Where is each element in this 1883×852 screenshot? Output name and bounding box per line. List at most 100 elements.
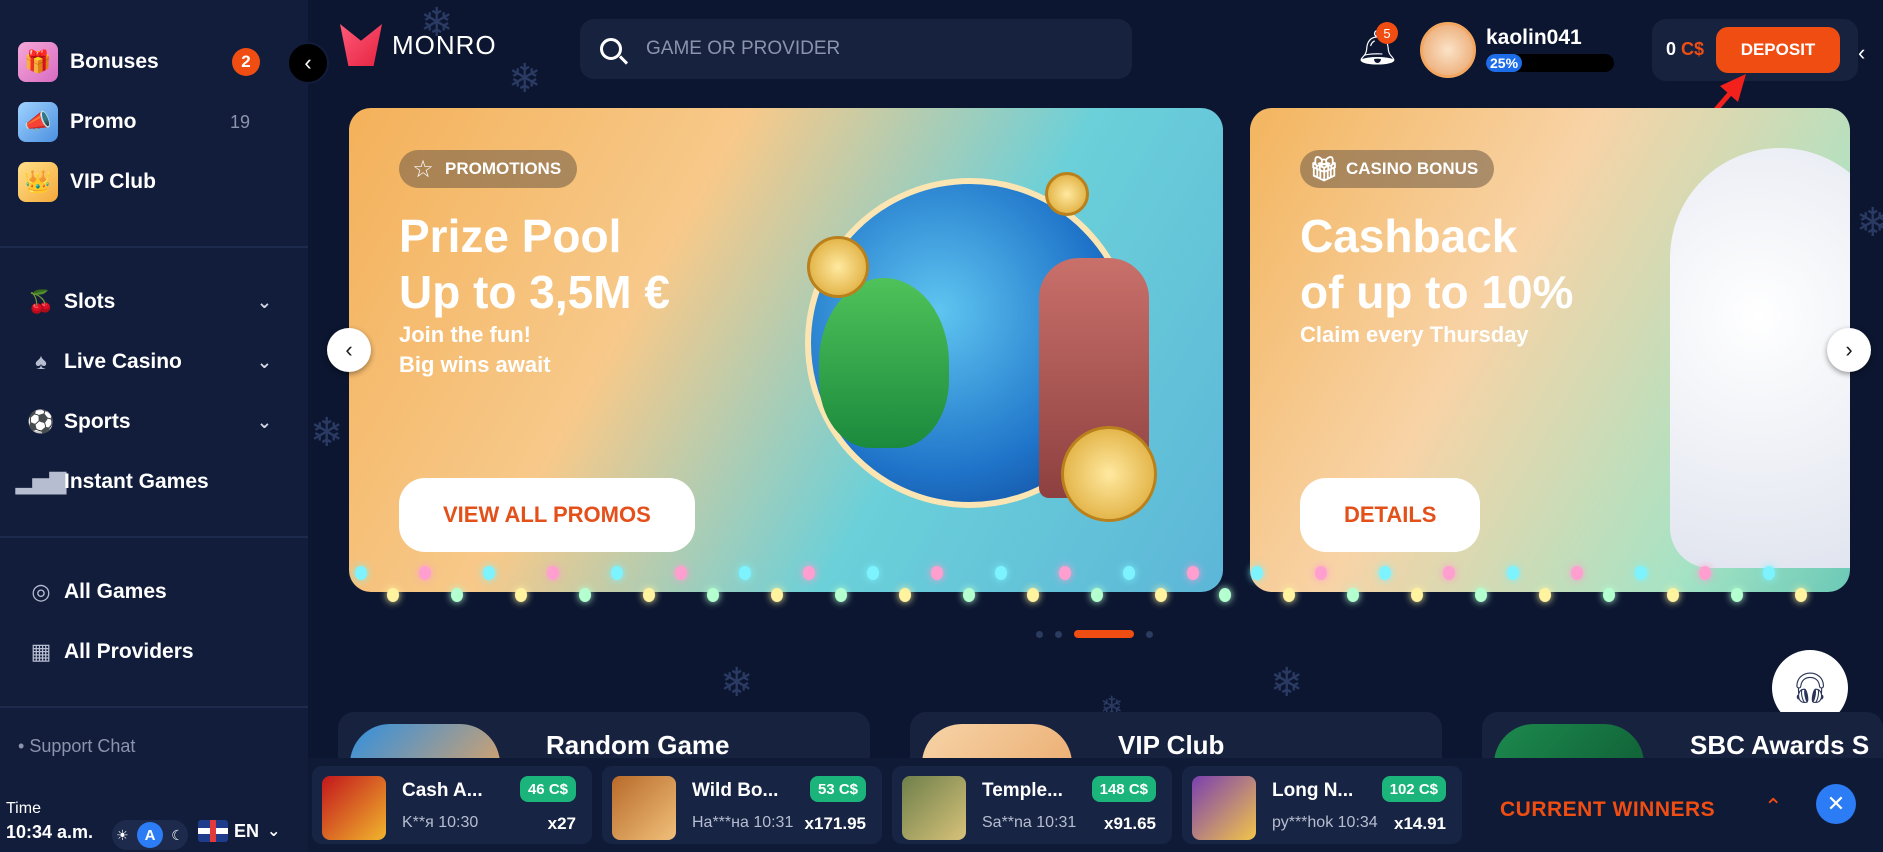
carousel-dot[interactable] — [1146, 630, 1153, 638]
winner-card[interactable]: Wild Bo... 53 C$ На***на 10:31 x171.95 — [602, 766, 882, 844]
search-input[interactable] — [646, 38, 1046, 60]
light-bulb-decoration — [931, 566, 943, 580]
balance-amount: 0 — [1666, 39, 1677, 59]
balance-currency: C$ — [1681, 39, 1705, 59]
winner-amount: 148 C$ — [1091, 776, 1156, 802]
level-percent: 25% — [1490, 55, 1519, 71]
light-bulb-decoration — [1315, 566, 1327, 580]
light-bulb-decoration — [1699, 566, 1711, 580]
sidebar-item-all-providers[interactable]: ▦ All Providers — [0, 622, 308, 682]
collapse-sidebar-button[interactable]: ‹ — [287, 42, 329, 84]
banner-title: Prize Pool Up to 3,5M € — [399, 208, 670, 320]
username[interactable]: kaolin041 — [1486, 26, 1582, 50]
notifications-button[interactable]: 🔔︎ 5 — [1356, 22, 1399, 68]
logo[interactable]: MONRO — [340, 24, 497, 66]
chevron-down-icon: ⌄ — [267, 823, 281, 840]
moon-icon[interactable]: ☾ — [171, 827, 184, 844]
chevron-down-icon[interactable]: ⌄ — [257, 292, 272, 313]
divider — [0, 246, 308, 248]
light-bulb-decoration — [1635, 566, 1647, 580]
light-bulb-decoration — [1731, 588, 1743, 602]
banner-title-line: Cashback — [1300, 210, 1518, 262]
winner-user: K**я 10:30 — [402, 814, 479, 831]
sidebar-item-sports[interactable]: ⚽ Sports ⌄ — [0, 392, 308, 452]
deposit-button[interactable]: DEPOSIT — [1716, 27, 1840, 73]
chevron-down-icon[interactable]: ⌄ — [257, 412, 272, 433]
avatar[interactable] — [1420, 22, 1476, 78]
winner-user: Sa**na 10:31 — [982, 814, 1077, 831]
light-bulb-decoration — [1795, 588, 1807, 602]
light-bulb-decoration — [771, 588, 783, 602]
uk-flag-icon — [198, 820, 228, 842]
sidebar-item-promo[interactable]: 📣 Promo 19 — [18, 92, 290, 152]
sidebar-item-live-casino[interactable]: ♠ Live Casino ⌄ — [0, 332, 308, 392]
ball-icon: ⚽ — [27, 409, 55, 434]
compass-icon: ◎ — [31, 579, 51, 604]
winner-card[interactable]: Long N... 102 C$ ру***hok 10:34 x14.91 — [1182, 766, 1462, 844]
current-winners-label[interactable]: CURRENT WINNERS — [1500, 798, 1715, 822]
promo-count: 19 — [229, 111, 250, 132]
divider — [0, 706, 308, 708]
sidebar-item-all-games[interactable]: ◎ All Games — [0, 562, 308, 622]
close-icon: ✕ — [1826, 791, 1846, 816]
carousel-prev-button[interactable]: ‹ — [327, 328, 371, 372]
light-bulb-decoration — [611, 566, 623, 580]
light-bulb-decoration — [1667, 588, 1679, 602]
sidebar-item-slots[interactable]: 🍒 Slots ⌄ — [0, 272, 308, 332]
light-bulb-decoration — [1411, 588, 1423, 602]
light-bulb-decoration — [1603, 588, 1615, 602]
game-thumbnail — [902, 776, 966, 840]
balance[interactable]: 0 C$ — [1666, 39, 1704, 60]
promo-banner-cashback[interactable]: 🎁︎ CASINO BONUS Cashback of up to 10% Cl… — [1250, 108, 1850, 592]
light-bulb-decoration — [419, 566, 431, 580]
banner-title-line: Prize Pool — [399, 210, 622, 262]
logo-text: MONRO — [392, 29, 497, 60]
sidebar-item-label: Slots — [64, 290, 116, 313]
level-progress: 25% — [1486, 54, 1614, 72]
close-winners-button[interactable]: ✕ — [1816, 784, 1856, 824]
cherries-icon: 🍒 — [27, 289, 55, 314]
sun-icon[interactable]: ☀ — [116, 827, 129, 844]
search-bar[interactable] — [580, 19, 1132, 79]
winner-card[interactable]: Temple... 148 C$ Sa**na 10:31 x91.65 — [892, 766, 1172, 844]
carousel-dot[interactable] — [1055, 630, 1062, 638]
carousel-dot[interactable] — [1036, 630, 1043, 638]
sidebar-item-instant-games[interactable]: ▂▅▇ Instant Games — [0, 452, 308, 512]
language-selector[interactable]: EN ⌄ — [198, 820, 280, 842]
winner-card[interactable]: Cash A... 46 C$ K**я 10:30 x27 — [312, 766, 592, 844]
light-bulb-decoration — [1091, 588, 1103, 602]
string-lights-decoration — [349, 560, 1849, 620]
carousel-next-button[interactable]: › — [1827, 328, 1871, 372]
support-chat-link[interactable]: • Support Chat — [18, 736, 135, 757]
dealer-icon: ♠ — [35, 349, 47, 374]
theme-auto-button[interactable]: A — [136, 822, 163, 848]
gift-icon: 🎁 — [18, 42, 58, 82]
chevron-left-icon[interactable]: ‹ — [1858, 40, 1865, 66]
notification-count: 5 — [1376, 22, 1398, 44]
light-bulb-decoration — [1251, 566, 1263, 580]
details-button[interactable]: DETAILS — [1300, 478, 1481, 552]
winner-multiplier: x171.95 — [804, 814, 866, 833]
sidebar-item-label: Bonuses — [70, 50, 159, 73]
promo-banner-prize-pool[interactable]: ☆ PROMOTIONS Prize Pool Up to 3,5M € Joi… — [349, 108, 1223, 592]
carousel-dot-active[interactable] — [1074, 630, 1134, 638]
light-bulb-decoration — [451, 588, 463, 602]
theme-toggle[interactable]: ☀ A ☾ — [112, 820, 188, 850]
banner-title-line: of up to 10% — [1300, 266, 1574, 318]
light-bulb-decoration — [1539, 588, 1551, 602]
winner-game-name: Wild Bo... — [692, 780, 779, 801]
chevron-right-icon: › — [1845, 337, 1853, 362]
chevron-left-icon: ‹ — [304, 50, 312, 75]
support-chat-label: Support Chat — [29, 736, 136, 756]
feature-card-title: Random Game — [546, 730, 730, 760]
sidebar-item-vip-club[interactable]: 👑 VIP Club — [18, 152, 290, 212]
winner-amount: 102 C$ — [1381, 776, 1446, 802]
light-bulb-decoration — [1347, 588, 1359, 602]
view-all-promos-button[interactable]: VIEW ALL PROMOS — [399, 478, 695, 552]
chevron-up-icon[interactable]: ⌃ — [1764, 794, 1782, 820]
current-winners-bar: Cash A... 46 C$ K**я 10:30 x27 Wild Bo..… — [308, 758, 1883, 852]
sidebar-item-bonuses[interactable]: 🎁 Bonuses 2 — [18, 32, 290, 92]
banner-artwork-fox — [1670, 148, 1850, 568]
sidebar-item-label: Instant Games — [64, 470, 209, 493]
chevron-down-icon[interactable]: ⌄ — [257, 352, 272, 373]
